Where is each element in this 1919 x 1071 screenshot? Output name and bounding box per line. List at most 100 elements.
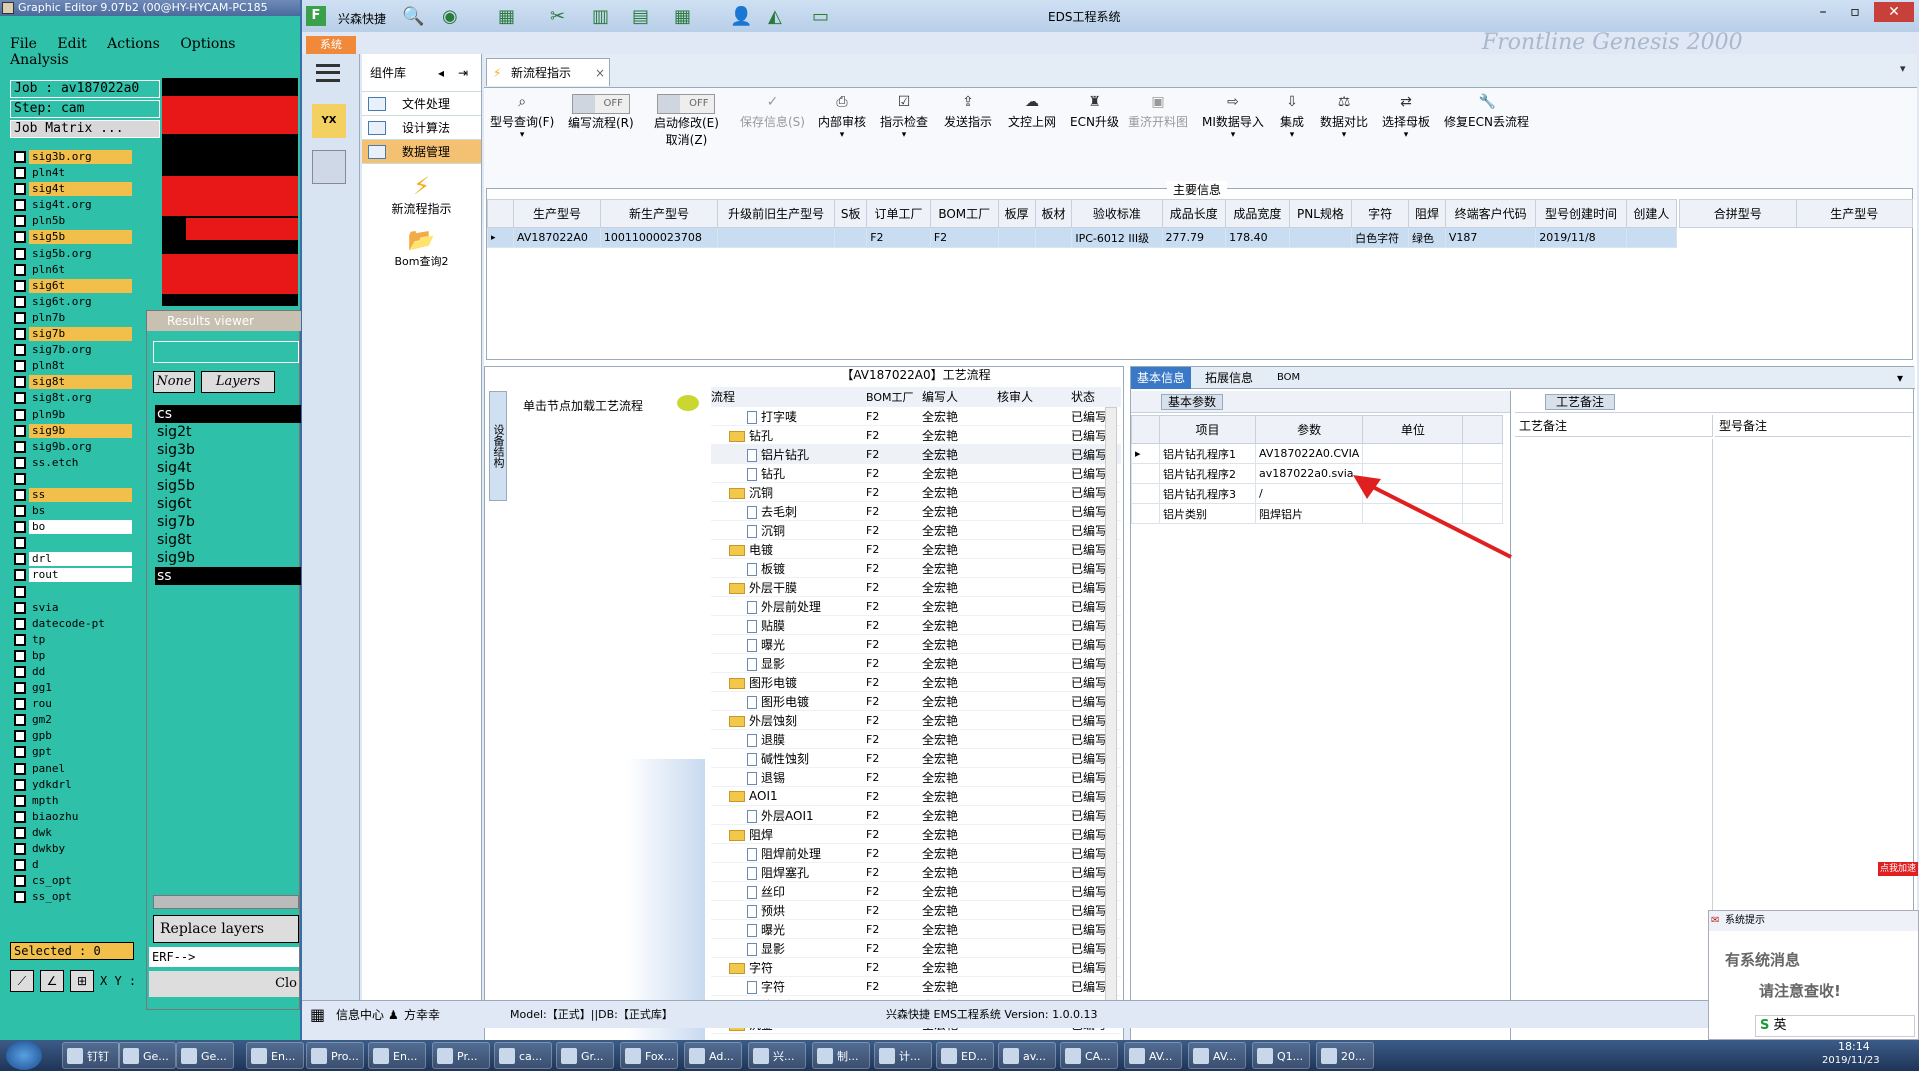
table-cell[interactable]: 10011000023708: [599, 227, 719, 248]
layer-checkbox[interactable]: [14, 891, 26, 904]
table-cell[interactable]: IPC-6012 III级: [1071, 227, 1163, 248]
layer-checkbox[interactable]: [14, 537, 26, 550]
layer-row[interactable]: rou: [14, 696, 132, 712]
none-button[interactable]: None: [153, 371, 195, 393]
layer-checkbox[interactable]: [14, 666, 26, 678]
calculator-icon[interactable]: [312, 150, 346, 184]
list-item[interactable]: cs: [155, 405, 301, 423]
table-cell[interactable]: [997, 227, 1036, 248]
rv-scrollbar[interactable]: [153, 895, 299, 909]
search-icon[interactable]: 🔍: [402, 6, 424, 27]
layer-checkbox[interactable]: [14, 762, 26, 775]
tree-node[interactable]: 沉铜 F2 全宏艳 已编写: [711, 521, 1121, 540]
menu-actions[interactable]: Actions: [107, 36, 160, 52]
col-unit[interactable]: 单位: [1362, 415, 1464, 444]
layer-checkbox[interactable]: [14, 167, 26, 180]
tab-basic-info[interactable]: 基本信息: [1131, 367, 1192, 389]
layer-row[interactable]: mpth: [14, 793, 132, 809]
save-info-button[interactable]: ✓ 保存信息(S): [740, 94, 805, 130]
vertical-scrollbar[interactable]: [1105, 407, 1117, 1027]
load-hint[interactable]: 单击节点加载工艺流程: [509, 387, 705, 759]
line-tool-icon[interactable]: ⟋: [10, 970, 34, 992]
layers-button[interactable]: Layers: [201, 371, 275, 393]
tab-extended-info[interactable]: 拓展信息: [1205, 367, 1253, 389]
layer-checkbox[interactable]: [14, 859, 26, 872]
layer-checkbox[interactable]: [14, 199, 26, 212]
instruction-check-button[interactable]: ☑ 指示检查 ▾: [880, 94, 928, 140]
layer-checkbox[interactable]: [14, 456, 26, 469]
layer-checkbox[interactable]: [14, 440, 26, 453]
table-cell[interactable]: AV187022A0: [513, 227, 601, 248]
layer-row[interactable]: gg1: [14, 680, 132, 696]
taskbar-item[interactable]: Pro...: [306, 1042, 364, 1069]
craft-note-textarea[interactable]: [1515, 439, 1713, 959]
model-query-button[interactable]: ⌕ 型号查询(F) ▾: [490, 94, 554, 140]
new-flow-tool[interactable]: ⚡ 新流程指示: [362, 164, 481, 224]
taskbar-item[interactable]: Ad...: [684, 1042, 742, 1069]
tree-node[interactable]: 去毛刺 F2 全宏艳 已编写: [711, 502, 1121, 521]
param-value[interactable]: AV187022A0.CVIA: [1254, 443, 1364, 464]
tree-node[interactable]: 丝印 F2 全宏艳 已编写: [711, 882, 1121, 901]
layer-row[interactable]: sig3b.org: [14, 149, 132, 165]
layer-checkbox[interactable]: [14, 392, 26, 405]
tree-node[interactable]: 退锡 F2 全宏艳 已编写: [711, 768, 1121, 787]
layer-checkbox[interactable]: [14, 746, 26, 759]
taskbar-item[interactable]: Ge...: [118, 1042, 176, 1069]
param-unit[interactable]: [1362, 443, 1464, 464]
layer-row[interactable]: gpt: [14, 744, 132, 760]
layer-checkbox[interactable]: [14, 151, 26, 163]
start-edit-toggle[interactable]: OFF 启动修改(E) 取消(Z): [654, 94, 719, 148]
col-header[interactable]: 阻焊: [1408, 199, 1446, 228]
layer-row[interactable]: dwkby: [14, 841, 132, 857]
layer-checkbox[interactable]: [14, 279, 26, 292]
layer-row[interactable]: gpb: [14, 728, 132, 744]
tree-node[interactable]: 打字唛 F2 全宏艳 已编写: [711, 407, 1121, 426]
layer-checkbox[interactable]: [14, 311, 26, 324]
layer-row[interactable]: sig6t.org: [14, 294, 132, 310]
layer-checkbox[interactable]: [14, 376, 26, 389]
layer-row[interactable]: ss_opt: [14, 889, 132, 905]
taskbar-item[interactable]: 兴...: [748, 1042, 806, 1069]
bom-query-tool[interactable]: 📂 Bom查询2: [362, 224, 481, 280]
col-merge-model[interactable]: 合拼型号: [1679, 199, 1797, 228]
tree-node[interactable]: 阻焊前处理 F2 全宏艳 已编写: [711, 844, 1121, 863]
list-item[interactable]: sig9b: [155, 549, 301, 567]
tree-node[interactable]: 板镀 F2 全宏艳 已编写: [711, 559, 1121, 578]
table-cell[interactable]: [1034, 227, 1073, 248]
menu-edit[interactable]: Edit: [57, 36, 86, 52]
layer-checkbox[interactable]: [14, 263, 26, 276]
write-flow-toggle[interactable]: OFF 编写流程(R): [568, 94, 634, 131]
rv-titlebar[interactable]: Results viewer: [147, 311, 301, 331]
layer-checkbox[interactable]: [14, 569, 26, 582]
taskbar-item[interactable]: Ge...: [176, 1042, 234, 1069]
col-reviewer[interactable]: 核审人: [997, 388, 1071, 405]
layer-row[interactable]: cs_opt: [14, 873, 132, 889]
tree-node[interactable]: 字符 F2 全宏艳 已编写: [711, 958, 1121, 977]
tree-node[interactable]: 外层干膜 F2 全宏艳 已编写: [711, 578, 1121, 597]
tree-node[interactable]: 显影 F2 全宏艳 已编写: [711, 654, 1121, 673]
layer-checkbox[interactable]: [14, 488, 26, 501]
comp-item-file[interactable]: 文件处理: [362, 92, 481, 116]
mi-import-button[interactable]: ⇨ MI数据导入 ▾: [1202, 94, 1264, 140]
col-header[interactable]: BOM工厂: [929, 199, 999, 228]
graphic-canvas[interactable]: [162, 78, 298, 306]
layer-row[interactable]: svia: [14, 600, 132, 616]
pin-icon[interactable]: ⇥: [458, 54, 468, 92]
param-value[interactable]: /: [1254, 483, 1364, 504]
col-header[interactable]: 字符: [1351, 199, 1410, 228]
layer-row[interactable]: biaozhu: [14, 809, 132, 825]
layer-row[interactable]: sig7b.org: [14, 342, 132, 358]
menu-icon[interactable]: [316, 64, 340, 82]
layer-checkbox[interactable]: [14, 601, 26, 614]
layer-checkbox[interactable]: [14, 231, 26, 244]
param-item[interactable]: 铝片钻孔程序2: [1159, 463, 1256, 484]
user-icon[interactable]: 👤: [730, 6, 752, 27]
taskbar-item[interactable]: AV...: [1188, 1042, 1246, 1069]
table-cell[interactable]: F2: [866, 227, 931, 248]
tree-node[interactable]: 外层前处理 F2 全宏艳 已编写: [711, 597, 1121, 616]
tree-node[interactable]: 电镀 F2 全宏艳 已编写: [711, 540, 1121, 559]
layer-row[interactable]: pln5b: [14, 213, 132, 229]
menu-options[interactable]: Options: [180, 36, 235, 52]
doc-online-button[interactable]: ☁ 文控上网: [1008, 94, 1056, 130]
taskbar-item[interactable]: Fox...: [620, 1042, 678, 1069]
